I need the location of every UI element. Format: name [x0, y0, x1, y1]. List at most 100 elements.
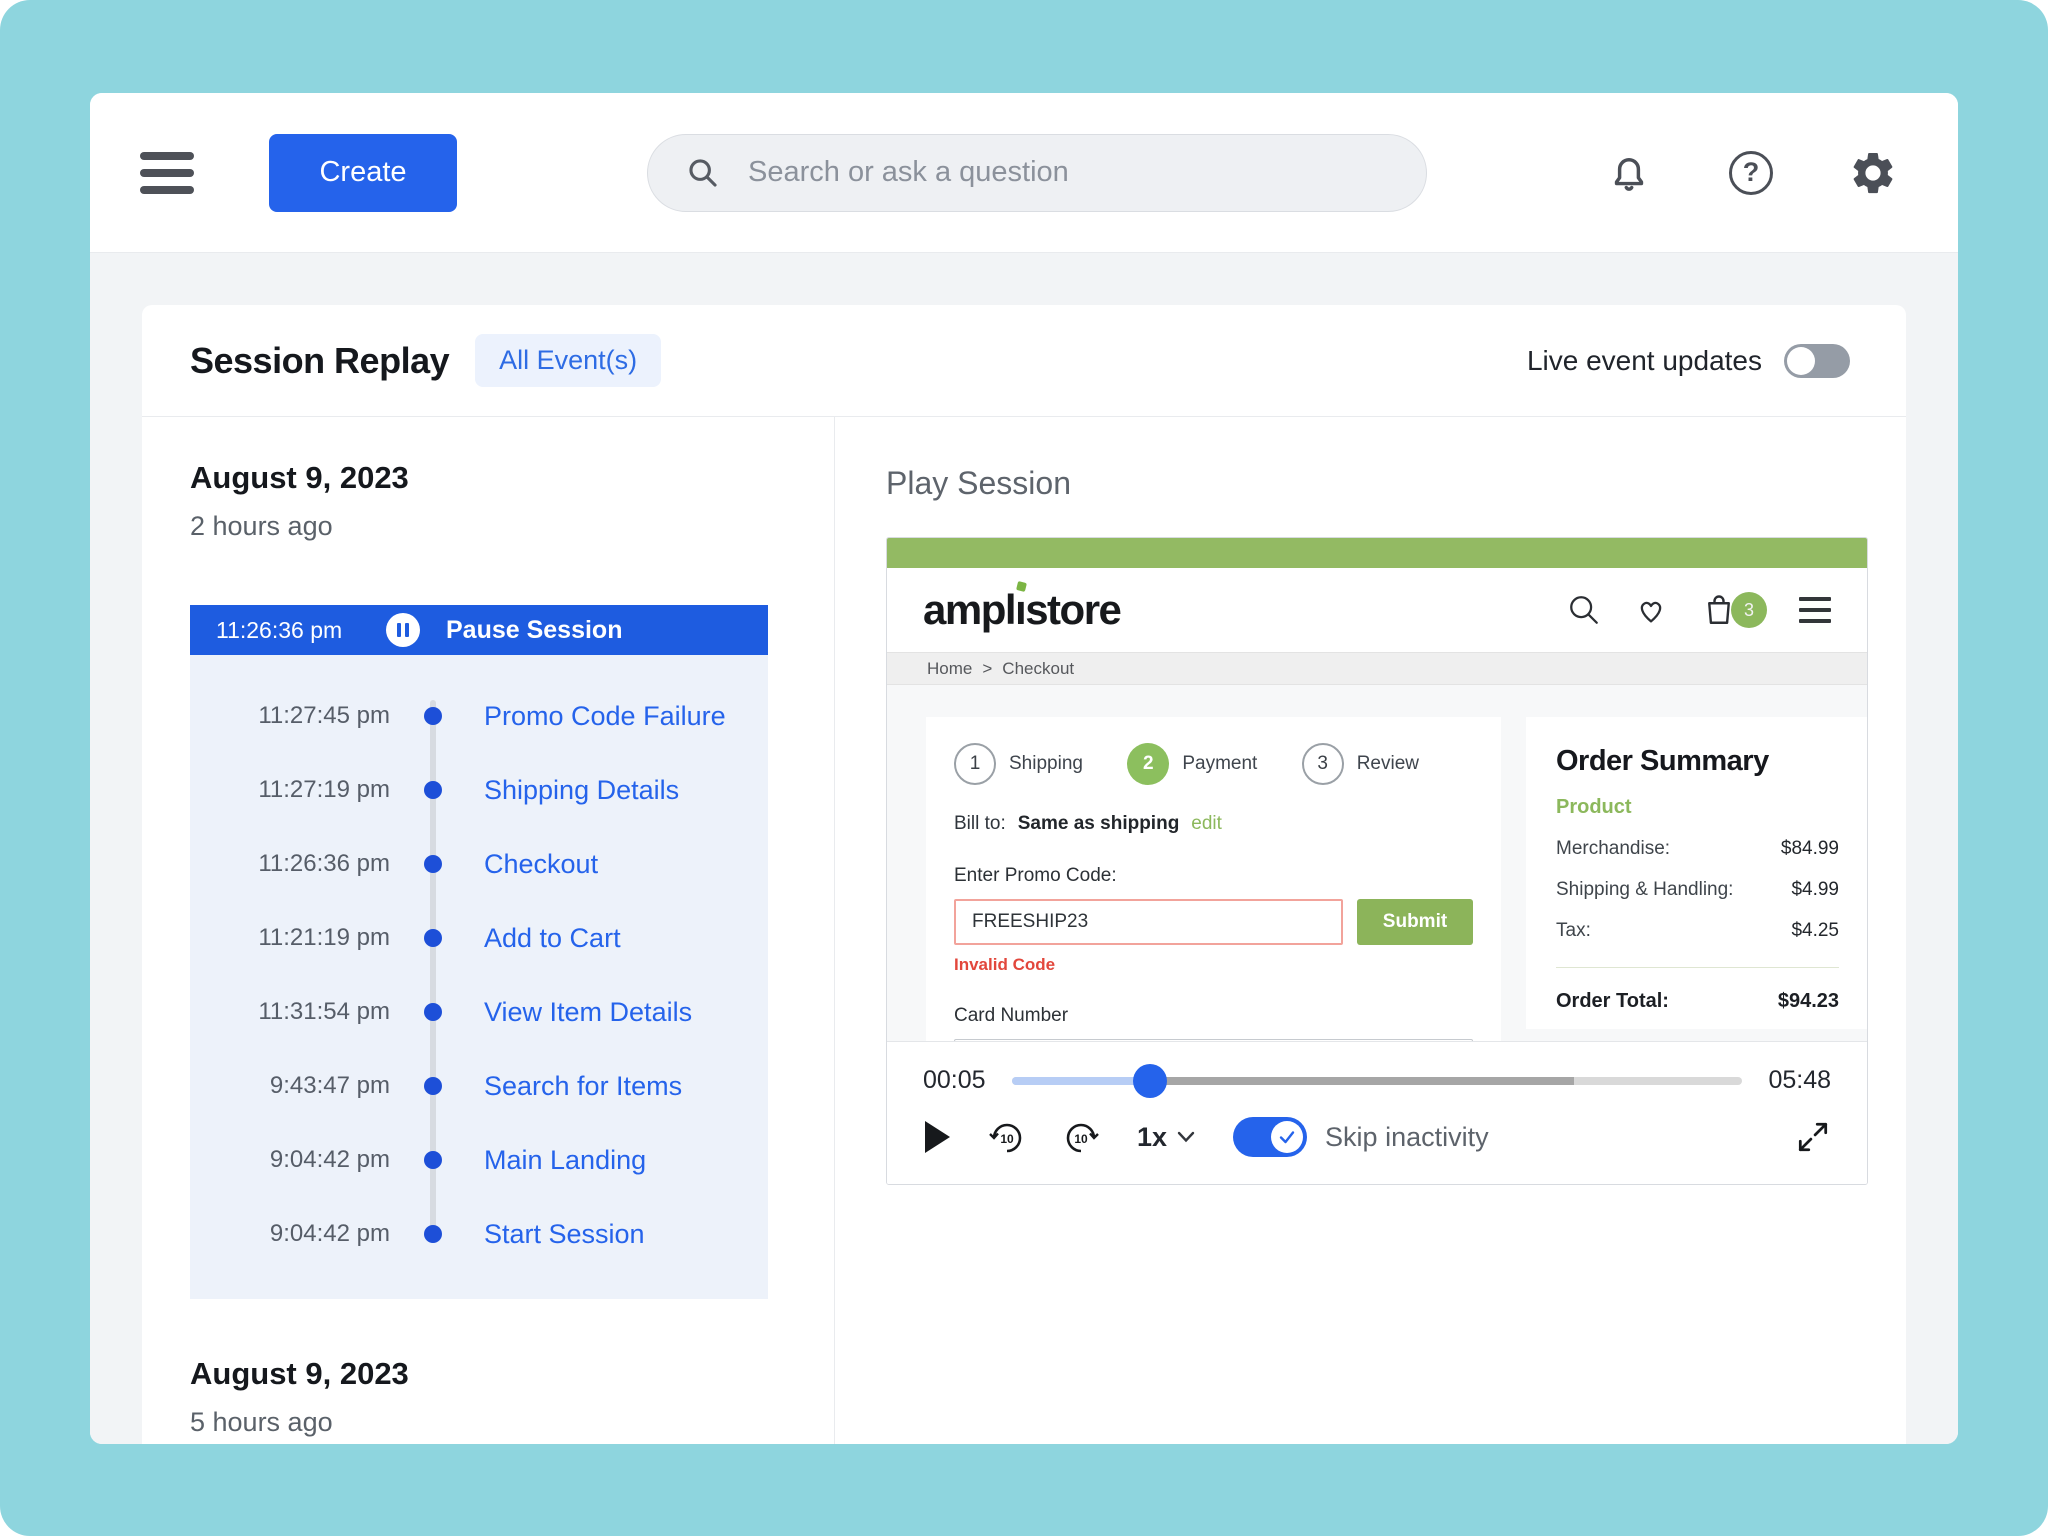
order-summary-title: Order Summary: [1556, 745, 1839, 778]
timeline-pane: August 9, 2023 2 hours ago 11:26:36 pm P…: [142, 417, 835, 1444]
pause-icon: [386, 613, 420, 647]
order-summary-row: Shipping & Handling: $4.99: [1556, 879, 1839, 901]
breadcrumb-current: Checkout: [1002, 659, 1074, 679]
next-session-group: August 9, 2023 5 hours ago: [190, 1355, 834, 1439]
wishlist-heart-icon: [1633, 593, 1669, 627]
search-input[interactable]: [748, 156, 1396, 189]
timeline-event-row[interactable]: 11:27:45 pm Promo Code Failure: [190, 679, 768, 753]
event-link[interactable]: Add to Cart: [476, 923, 768, 954]
edit-billing-link: edit: [1191, 813, 1222, 835]
all-events-badge[interactable]: All Event(s): [475, 334, 661, 387]
step-payment: 2 Payment: [1127, 743, 1257, 785]
play-button[interactable]: [923, 1120, 951, 1154]
timeline-event-row[interactable]: 9:04:42 pm Start Session: [190, 1197, 768, 1271]
notifications-button[interactable]: [1604, 148, 1654, 198]
event-dot-icon: [424, 929, 442, 947]
rewind-10-button[interactable]: 10: [989, 1118, 1025, 1156]
event-dot-icon: [424, 707, 442, 725]
event-link[interactable]: Promo Code Failure: [476, 701, 768, 732]
session-group-relative-time: 5 hours ago: [190, 1405, 834, 1439]
expand-icon: [1795, 1119, 1831, 1155]
fullscreen-button[interactable]: [1795, 1119, 1831, 1155]
bill-to-value: Same as shipping: [1018, 813, 1180, 835]
order-summary-row-value: $4.99: [1791, 879, 1839, 901]
breadcrumb: Home > Checkout: [887, 652, 1867, 685]
card-number-label: Card Number: [954, 1005, 1473, 1027]
app-window: Create: [90, 93, 1958, 1444]
check-icon: [1277, 1127, 1297, 1147]
seek-bar-knob[interactable]: [1133, 1064, 1167, 1098]
play-session-pane: Play Session amplıstore: [835, 417, 1906, 1444]
help-button[interactable]: [1726, 148, 1776, 198]
event-dot-icon: [424, 1151, 442, 1169]
event-list: 11:27:45 pm Promo Code Failure 11:27:19 …: [190, 655, 768, 1299]
forward-10-button[interactable]: 10: [1063, 1118, 1099, 1156]
live-updates-label: Live event updates: [1527, 345, 1762, 377]
total-duration: 05:48: [1768, 1066, 1831, 1095]
seek-bar[interactable]: [1012, 1077, 1743, 1085]
main-menu-icon[interactable]: [140, 152, 194, 194]
seek-bar-activity: [1150, 1077, 1574, 1085]
top-nav-bar: Create: [90, 93, 1958, 253]
order-summary-row-label: Tax:: [1556, 920, 1591, 942]
session-replay-header: Session Replay All Event(s) Live event u…: [142, 305, 1906, 417]
global-search[interactable]: [647, 134, 1427, 212]
promo-error-text: Invalid Code: [954, 955, 1473, 975]
pause-session-bar[interactable]: 11:26:36 pm Pause Session: [190, 605, 768, 655]
order-total-label: Order Total:: [1556, 990, 1669, 1013]
timeline-event-row[interactable]: 11:27:19 pm Shipping Details: [190, 753, 768, 827]
breadcrumb-separator: >: [982, 659, 992, 679]
promo-code-label: Enter Promo Code:: [954, 865, 1473, 887]
event-time: 11:27:19 pm: [190, 776, 390, 804]
event-link[interactable]: View Item Details: [476, 997, 768, 1028]
event-dot-icon: [424, 781, 442, 799]
screen: Create: [0, 0, 2048, 1536]
event-time: 11:27:45 pm: [190, 702, 390, 730]
promo-code-input: [954, 899, 1343, 945]
event-link[interactable]: Search for Items: [476, 1071, 768, 1102]
pause-session-time: 11:26:36 pm: [190, 617, 376, 644]
timeline-event-row[interactable]: 9:43:47 pm Search for Items: [190, 1049, 768, 1123]
order-summary-section: Product: [1556, 796, 1839, 819]
timeline-event-row[interactable]: 9:04:42 pm Main Landing: [190, 1123, 768, 1197]
replay-store-header: amplıstore: [887, 568, 1867, 652]
event-link[interactable]: Shipping Details: [476, 775, 768, 806]
step-review: 3 Review: [1302, 743, 1419, 785]
settings-button[interactable]: [1848, 148, 1898, 198]
main-content: Session Replay All Event(s) Live event u…: [90, 253, 1958, 1444]
event-time: 11:26:36 pm: [190, 850, 390, 878]
order-summary-row-value: $4.25: [1791, 920, 1839, 942]
timeline-event-row[interactable]: 11:26:36 pm Checkout: [190, 827, 768, 901]
help-icon: [1729, 151, 1773, 195]
order-summary-row: Tax: $4.25: [1556, 920, 1839, 942]
timeline-event-row[interactable]: 11:21:19 pm Add to Cart: [190, 901, 768, 975]
event-dot-icon: [424, 1003, 442, 1021]
play-icon: [923, 1120, 951, 1154]
bell-icon: [1606, 150, 1652, 196]
event-time: 9:43:47 pm: [190, 1072, 390, 1100]
timeline-event-row[interactable]: 11:31:54 pm View Item Details: [190, 975, 768, 1049]
pause-session-label: Pause Session: [446, 616, 622, 645]
event-link[interactable]: Start Session: [476, 1219, 768, 1250]
event-time: 9:04:42 pm: [190, 1220, 390, 1248]
elapsed-time: 00:05: [923, 1066, 986, 1095]
event-link[interactable]: Checkout: [476, 849, 768, 880]
skip-inactivity-toggle[interactable]: [1233, 1117, 1307, 1157]
order-total-value: $94.23: [1778, 990, 1839, 1013]
order-summary-row: Merchandise: $84.99: [1556, 838, 1839, 860]
event-time: 9:04:42 pm: [190, 1146, 390, 1174]
search-icon: [686, 156, 720, 190]
play-session-title: Play Session: [886, 463, 1906, 503]
session-group-relative-time: 2 hours ago: [190, 509, 834, 543]
skip-inactivity-label: Skip inactivity: [1325, 1122, 1489, 1153]
event-link[interactable]: Main Landing: [476, 1145, 768, 1176]
store-logo: amplıstore: [923, 586, 1120, 634]
live-updates-toggle[interactable]: [1784, 344, 1850, 378]
replay-viewport: amplıstore: [886, 537, 1868, 1185]
event-time: 11:21:19 pm: [190, 924, 390, 952]
seek-bar-played: [1012, 1077, 1151, 1085]
create-button[interactable]: Create: [269, 134, 457, 212]
gear-icon: [1849, 149, 1897, 197]
playback-speed-selector[interactable]: 1x: [1137, 1122, 1195, 1153]
chevron-down-icon: [1177, 1131, 1195, 1143]
